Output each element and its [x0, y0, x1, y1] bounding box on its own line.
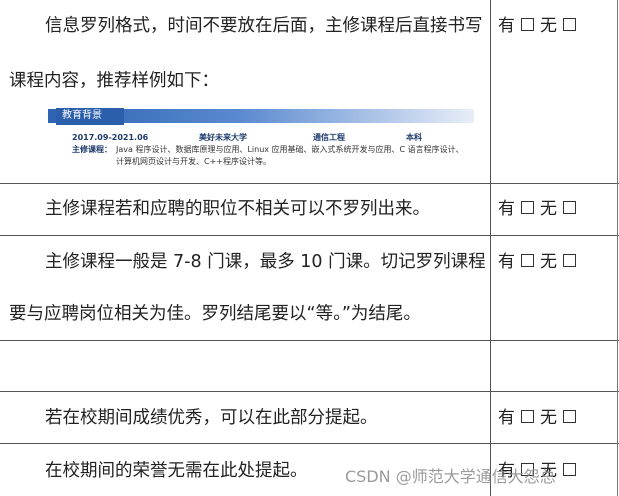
row-divider [0, 391, 619, 392]
yes-label: 有 [498, 252, 515, 272]
no-label: 无 [540, 199, 557, 219]
yes-checkbox[interactable] [521, 254, 534, 267]
row-3-text-line1: 主修课程一般是 7-8 门课，最多 10 门课。切记罗列课程 [45, 252, 486, 272]
no-checkbox[interactable] [563, 410, 576, 423]
section-title: 教育背景 [62, 110, 102, 121]
row-divider [0, 443, 619, 444]
row-1-text-line2: 课程内容，推荐样例如下： [9, 71, 219, 91]
row-1-options: 有无 [498, 15, 582, 37]
row-3-options: 有无 [498, 251, 582, 273]
no-checkbox[interactable] [563, 18, 576, 31]
resume-sample-image: 教育背景 2017.09-2021.06 美好未来大学 通信工程 本科 主修课程… [48, 105, 474, 173]
row-2-text: 主修课程若和应聘的职位不相关可以不罗列出来。 [45, 199, 430, 219]
school-name: 美好未来大学 [199, 133, 247, 142]
row-divider [0, 235, 619, 236]
no-checkbox[interactable] [563, 201, 576, 214]
degree: 本科 [406, 133, 422, 142]
courses-line2: 计算机网页设计与开发、C++程序设计等。 [116, 157, 271, 166]
yes-label: 有 [498, 199, 515, 219]
no-checkbox[interactable] [563, 463, 576, 476]
no-label: 无 [540, 16, 557, 36]
column-divider [490, 0, 491, 496]
row-5-text: 若在校期间成绩优秀，可以在此部分提起。 [45, 408, 378, 428]
row-5-options: 有无 [498, 407, 582, 429]
row-3-text-line2: 要与应聘岗位相关为佳。罗列结尾要以“等。”为结尾。 [9, 304, 421, 324]
yes-checkbox[interactable] [521, 201, 534, 214]
row-divider [0, 340, 619, 341]
date-range: 2017.09-2021.06 [72, 133, 149, 142]
row-1-text-line1: 信息罗列格式，时间不要放在后面，主修课程后直接书写 [45, 16, 483, 36]
row-6-text: 在校期间的荣誉无需在此处提起。 [45, 461, 308, 481]
row-divider [0, 183, 619, 184]
yes-checkbox[interactable] [521, 18, 534, 31]
no-checkbox[interactable] [563, 254, 576, 267]
yes-label: 有 [498, 408, 515, 428]
yes-checkbox[interactable] [521, 410, 534, 423]
table-right-border [617, 0, 618, 496]
checklist-table: 信息罗列格式，时间不要放在后面，主修课程后直接书写 课程内容，推荐样例如下： 有… [0, 0, 619, 496]
csdn-watermark: CSDN @师范大学通信大怨总 [345, 467, 556, 486]
courses-line1: Java 程序设计、数据库原理与应用、Linux 应用基础、嵌入式系统开发与应用… [116, 145, 464, 154]
no-label: 无 [540, 408, 557, 428]
row-2-options: 有无 [498, 198, 582, 220]
no-label: 无 [540, 252, 557, 272]
yes-label: 有 [498, 16, 515, 36]
major-name: 通信工程 [313, 133, 345, 142]
courses-label: 主修课程： [72, 145, 112, 154]
